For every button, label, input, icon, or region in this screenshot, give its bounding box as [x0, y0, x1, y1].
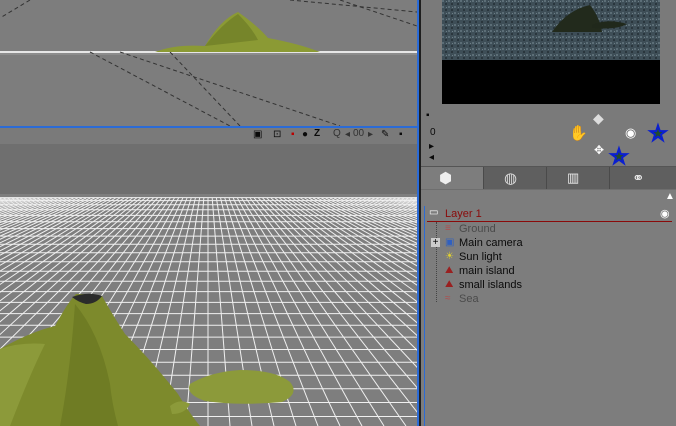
tree-item[interactable]: small islands [459, 278, 522, 292]
layers-icon: ▥ [567, 170, 580, 185]
tab-objects[interactable]: ⬢ [421, 167, 484, 189]
camera-view-icon[interactable]: ▣ [253, 129, 262, 140]
tree-item[interactable]: Sea [459, 292, 479, 306]
save-render-icon[interactable]: ▪ [426, 110, 430, 121]
camera-icon: ▣ [445, 237, 455, 248]
zoom-left-arrow-icon[interactable]: ◂ [345, 129, 350, 140]
tab-layers[interactable]: ▥ [547, 167, 610, 189]
zoom-value[interactable]: 00 [353, 128, 364, 139]
terrain-icon: ⛰ [445, 279, 454, 290]
back-icon[interactable]: ◂ [429, 152, 434, 163]
tree-connector [436, 222, 437, 302]
render-preview[interactable] [442, 0, 660, 104]
orbit-gem-icon[interactable]: ◆ [593, 110, 604, 127]
hand-pan-icon[interactable]: ✋ [569, 124, 588, 142]
star-icon[interactable]: ★ [648, 121, 668, 146]
save-view-icon[interactable]: ▪ [399, 129, 403, 140]
tree-item[interactable]: Ground [459, 222, 496, 236]
dot-icon[interactable]: ● [302, 129, 308, 140]
zoom-letter[interactable]: Z [314, 128, 320, 139]
layer-icon: ▭ [429, 207, 439, 218]
render-flag-icon[interactable]: ▪ [291, 129, 295, 140]
q-letter[interactable]: Q [333, 128, 341, 139]
links-icon: ⚭ [632, 170, 645, 187]
materials-icon: ◍ [504, 170, 518, 187]
layer-label: Layer 1 [445, 208, 482, 220]
perspective-scene [0, 144, 417, 426]
tree-item[interactable]: main island [459, 264, 515, 278]
edit-icon[interactable]: ✎ [381, 129, 389, 140]
objects-icon: ⬢ [439, 170, 453, 187]
tree-item[interactable]: Sun light [459, 250, 502, 264]
top-viewport-scene [0, 0, 417, 126]
lock-camera-icon[interactable]: ⊡ [273, 129, 281, 140]
move-arrow-icon[interactable]: ✥ [594, 143, 604, 157]
preview-image [442, 0, 660, 104]
water-icon: ≈ [445, 293, 451, 304]
perspective-viewport[interactable] [0, 144, 417, 426]
scroll-up-arrow-icon[interactable]: ▲ [665, 191, 675, 202]
tab-links[interactable]: ⚭ [610, 167, 676, 189]
splitter-highlight [417, 0, 419, 426]
tree-item[interactable]: Main camera [459, 236, 523, 250]
frame-counter: 0 [430, 127, 436, 138]
tab-materials[interactable]: ◍ [484, 167, 547, 189]
light-icon: ☀ [445, 251, 454, 262]
ground-icon: ≡ [445, 223, 451, 234]
top-viewport[interactable] [0, 0, 417, 126]
eye-icon[interactable]: ◉ [625, 125, 636, 141]
expand-plus-icon[interactable]: + [431, 238, 440, 248]
layer-row[interactable]: ▭ Layer 1 ◉ [427, 207, 672, 222]
play-icon[interactable]: ▸ [429, 141, 434, 152]
terrain-icon: ⛰ [445, 265, 454, 276]
visibility-eye-icon[interactable]: ◉ [660, 207, 670, 220]
viewport-toolbar: ▣ ⊡ ▪ ● Z Q ◂ 00 ▸ ✎ ▪ [0, 126, 417, 144]
zoom-right-arrow-icon[interactable]: ▸ [368, 129, 373, 140]
panel-tabs: ⬢ ◍ ▥ ⚭ [421, 166, 676, 191]
